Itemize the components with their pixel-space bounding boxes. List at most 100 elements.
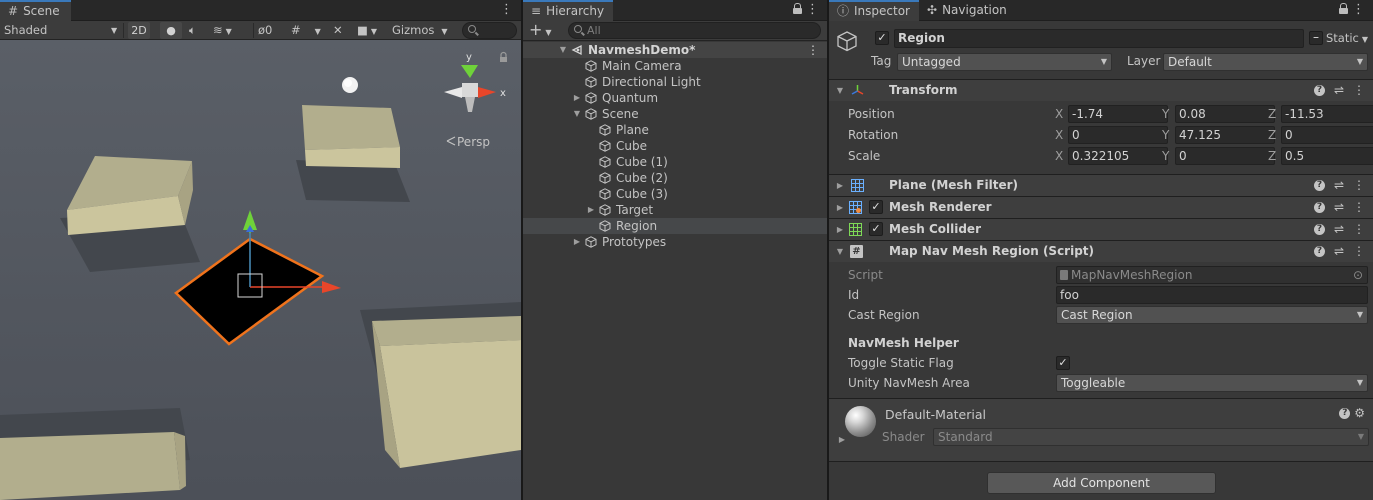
tab-scene[interactable]: # Scene — [0, 0, 71, 21]
effects-dropdown[interactable]: ≋ ▼ — [213, 22, 232, 39]
component-menu-icon[interactable]: ⋮ — [1353, 178, 1365, 192]
id-field[interactable]: foo — [1056, 286, 1368, 304]
mesh-renderer-enabled-checkbox[interactable]: ✓ — [869, 200, 883, 214]
preset-icon[interactable]: ⇌ — [1334, 178, 1344, 192]
mesh-renderer-header[interactable]: ▶ ✓ Mesh Renderer ? ⇌ ⋮ — [829, 196, 1373, 218]
scale-z-field[interactable]: 0.5 — [1281, 147, 1373, 165]
cube-3[interactable] — [0, 432, 186, 500]
scene-search-input[interactable] — [462, 22, 517, 39]
audio-toggle-button[interactable]: 🔈︎ — [189, 22, 196, 39]
transform-header[interactable]: ▼ Transform ? ⇌ ⋮ — [829, 79, 1373, 101]
help-icon[interactable]: ? — [1313, 224, 1325, 235]
scale-x-field[interactable]: 0.322105 — [1068, 147, 1168, 165]
layer-dropdown[interactable]: Default ▼ — [1163, 53, 1368, 71]
preset-icon[interactable]: ⇌ — [1334, 222, 1344, 236]
create-object-button[interactable]: + ▼ — [529, 21, 552, 39]
panel-splitter[interactable] — [827, 0, 829, 500]
preset-icon[interactable]: ⇌ — [1334, 244, 1344, 258]
hierarchy-item[interactable]: Plane — [523, 122, 827, 138]
add-component-button[interactable]: Add Component — [987, 472, 1216, 494]
hierarchy-search-input[interactable]: All — [568, 22, 821, 39]
component-menu-icon[interactable]: ⋮ — [1353, 200, 1365, 214]
cube-2[interactable] — [372, 316, 521, 468]
scene-viewport[interactable]: y x Persp — [0, 40, 521, 500]
preset-icon[interactable]: ⇌ — [1334, 83, 1344, 97]
position-x-field[interactable]: -1.74 — [1068, 105, 1168, 123]
shading-mode-dropdown[interactable]: Shaded ▼ — [4, 22, 118, 39]
axis-label-y[interactable]: Y — [1162, 104, 1169, 124]
hierarchy-item[interactable]: ▼ Scene — [523, 106, 827, 122]
help-icon[interactable]: ? — [1313, 85, 1325, 96]
tab-hierarchy[interactable]: ≡ Hierarchy — [523, 0, 613, 21]
fold-open-icon[interactable]: ▼ — [572, 106, 582, 122]
hierarchy-item[interactable]: Cube (3) — [523, 186, 827, 202]
static-checkbox[interactable]: – — [1309, 31, 1323, 45]
shader-dropdown[interactable]: Standard ▼ — [933, 428, 1369, 446]
axis-label-y[interactable]: Y — [1162, 146, 1169, 166]
grid-snapping-dropdown[interactable]: # ▼ — [291, 22, 321, 39]
cast-region-dropdown[interactable]: Cast Region ▼ — [1056, 306, 1368, 324]
tab-navigation[interactable]: ✣ Navigation — [919, 0, 1015, 21]
scene-menu-icon[interactable]: ⋮ — [500, 3, 513, 17]
axis-label-z[interactable]: Z — [1268, 125, 1276, 145]
help-icon[interactable]: ? — [1313, 202, 1325, 213]
gizmos-dropdown[interactable]: Gizmos ▼ — [392, 22, 448, 39]
hierarchy-item[interactable]: ▶ Prototypes — [523, 234, 827, 250]
hierarchy-item[interactable]: Cube (1) — [523, 154, 827, 170]
mesh-collider-enabled-checkbox[interactable]: ✓ — [869, 222, 883, 236]
2d-toggle-button[interactable]: 2D — [128, 22, 150, 39]
axis-label-x[interactable]: X — [1055, 104, 1063, 124]
help-icon[interactable]: ? — [1313, 180, 1325, 191]
mesh-collider-header[interactable]: ▶ ✓ Mesh Collider ? ⇌ ⋮ — [829, 218, 1373, 240]
hierarchy-scene-root[interactable]: ▼ NavmeshDemo* ⋮ — [523, 42, 827, 58]
tools-button[interactable]: ✕ — [333, 22, 343, 39]
hidden-objects-toggle[interactable]: ø0 — [258, 22, 272, 39]
cube-1[interactable] — [302, 105, 400, 168]
lighting-toggle-button[interactable]: ● — [160, 22, 182, 39]
script-component-header[interactable]: ▼ # Map Nav Mesh Region (Script) ? ⇌ ⋮ — [829, 240, 1373, 262]
fold-closed-icon[interactable]: ▶ — [572, 90, 582, 106]
position-y-field[interactable]: 0.08 — [1175, 105, 1275, 123]
rotation-z-field[interactable]: 0 — [1281, 126, 1373, 144]
axis-label-z[interactable]: Z — [1268, 104, 1276, 124]
axis-label-x[interactable]: X — [1055, 125, 1063, 145]
scale-y-field[interactable]: 0 — [1175, 147, 1275, 165]
rotation-x-field[interactable]: 0 — [1068, 126, 1168, 144]
fold-closed-icon[interactable]: ▶ — [586, 202, 596, 218]
fold-closed-icon[interactable]: ▶ — [572, 234, 582, 250]
axis-label-y[interactable]: Y — [1162, 125, 1169, 145]
settings-gear-icon[interactable]: ⚙ — [1354, 406, 1365, 420]
active-checkbox[interactable]: ✓ — [875, 31, 889, 45]
help-icon[interactable]: ? — [1339, 408, 1351, 419]
static-dropdown[interactable]: Static ▼ — [1326, 30, 1368, 47]
inspector-menu-icon[interactable]: ⋮ — [1352, 3, 1365, 17]
hierarchy-item[interactable]: Directional Light — [523, 74, 827, 90]
panel-splitter[interactable] — [521, 0, 523, 500]
toggle-static-flag-checkbox[interactable]: ✓ — [1056, 356, 1070, 370]
help-icon[interactable]: ? — [1313, 246, 1325, 257]
lock-icon[interactable] — [793, 3, 802, 14]
tag-dropdown[interactable]: Untagged ▼ — [897, 53, 1112, 71]
hierarchy-item[interactable]: Cube (2) — [523, 170, 827, 186]
hierarchy-menu-icon[interactable]: ⋮ — [806, 3, 819, 17]
scene-menu-icon[interactable]: ⋮ — [807, 42, 819, 58]
projection-label[interactable]: Persp — [457, 135, 490, 149]
preset-icon[interactable]: ⇌ — [1334, 200, 1344, 214]
lock-icon[interactable] — [1339, 3, 1348, 14]
mesh-filter-header[interactable]: ▶ Plane (Mesh Filter) ? ⇌ ⋮ — [829, 174, 1373, 196]
hierarchy-item[interactable]: Region — [523, 218, 827, 234]
tab-inspector[interactable]: ⓘ Inspector — [829, 0, 919, 21]
component-menu-icon[interactable]: ⋮ — [1353, 83, 1365, 97]
rotation-y-field[interactable]: 47.125 — [1175, 126, 1275, 144]
component-menu-icon[interactable]: ⋮ — [1353, 244, 1365, 258]
axis-label-z[interactable]: Z — [1268, 146, 1276, 166]
hierarchy-item[interactable]: ▶ Quantum — [523, 90, 827, 106]
unity-navmesh-area-dropdown[interactable]: Toggleable ▼ — [1056, 374, 1368, 392]
fold-open-icon[interactable]: ▼ — [558, 42, 568, 58]
camera-dropdown[interactable]: ■ ▼ — [357, 22, 377, 39]
axis-label-x[interactable]: X — [1055, 146, 1063, 166]
hierarchy-item[interactable]: ▶ Target — [523, 202, 827, 218]
hierarchy-item[interactable]: Main Camera — [523, 58, 827, 74]
position-z-field[interactable]: -11.53 — [1281, 105, 1373, 123]
material-preview-sphere[interactable] — [845, 406, 876, 437]
